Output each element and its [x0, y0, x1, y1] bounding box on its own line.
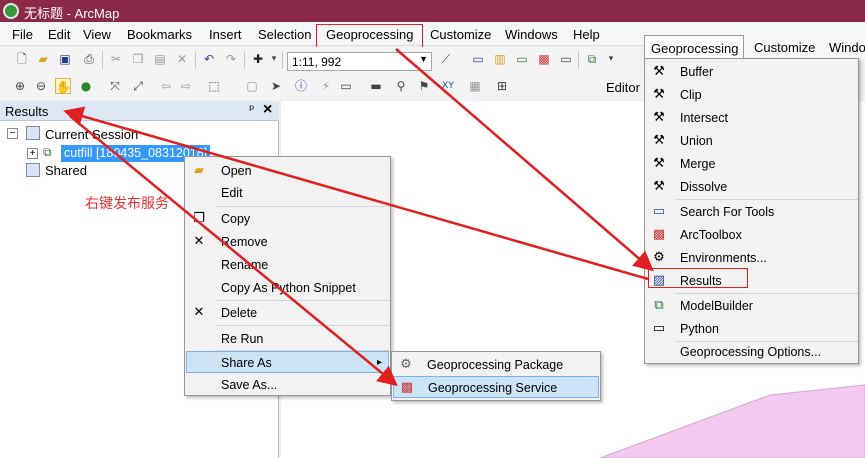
geo-menu-merge[interactable]: ⚒ Merge	[645, 153, 858, 175]
hammer-icon: ⚒	[653, 110, 665, 125]
context-menu-rerun[interactable]: Re Run	[185, 328, 390, 350]
service-icon: ▩	[400, 380, 414, 395]
geoprocessing-inset-menubar: Geoprocessing Customize Windo	[644, 35, 865, 59]
context-menu-remove[interactable]: ✕ Remove	[185, 231, 390, 253]
modelbuilder-icon: ⧉	[654, 298, 664, 313]
hammer-icon: ⚒	[653, 133, 665, 148]
geo-menu-environments[interactable]: ⚙ Environments...	[645, 247, 858, 269]
context-menu-copy-python-snippet[interactable]: Copy As Python Snippet	[185, 277, 390, 299]
search-window-icon: ▭	[652, 204, 666, 219]
tab-geoprocessing[interactable]: Geoprocessing	[644, 35, 744, 59]
context-menu-share-as[interactable]: Share As ▸	[186, 351, 389, 373]
geo-menu-search-for-tools[interactable]: ▭ Search For Tools	[645, 201, 858, 223]
folder-open-icon: ▰	[194, 163, 204, 178]
hammer-icon: ⚒	[653, 179, 665, 194]
geo-menu-union[interactable]: ⚒ Union	[645, 130, 858, 152]
hammer-icon: ⚒	[653, 156, 665, 171]
result-context-menu: ▰ Open Edit ❐ Copy ✕ Remove Rename Copy …	[184, 156, 391, 396]
highlight-box-results-item	[648, 268, 748, 288]
delete-icon: ✕	[193, 305, 205, 320]
copy-icon: ❐	[193, 211, 205, 226]
geo-menu-modelbuilder[interactable]: ⧉ ModelBuilder	[645, 295, 858, 317]
tab-customize[interactable]: Customize	[754, 40, 815, 55]
toolbox-icon: ▩	[652, 227, 666, 242]
geo-menu-intersect[interactable]: ⚒ Intersect	[645, 107, 858, 129]
package-icon: ⚙	[400, 357, 412, 372]
context-menu-rename[interactable]: Rename	[185, 254, 390, 276]
tab-windows[interactable]: Windo	[829, 40, 865, 55]
geo-menu-arctoolbox[interactable]: ▩ ArcToolbox	[645, 224, 858, 246]
geo-menu-dissolve[interactable]: ⚒ Dissolve	[645, 176, 858, 198]
geo-menu-python[interactable]: ▭ Python	[645, 318, 858, 340]
submenu-geoprocessing-package[interactable]: ⚙ Geoprocessing Package	[392, 354, 600, 376]
python-window-icon: ▭	[652, 321, 666, 336]
hammer-icon: ⚒	[653, 64, 665, 79]
context-menu-save-as[interactable]: Save As...	[185, 374, 390, 396]
hammer-icon: ⚒	[653, 87, 665, 102]
context-menu-open[interactable]: ▰ Open	[185, 160, 390, 182]
context-menu-copy[interactable]: ❐ Copy	[185, 208, 390, 230]
geo-menu-clip[interactable]: ⚒ Clip	[645, 84, 858, 106]
submenu-arrow-icon: ▸	[377, 357, 383, 368]
geoprocessing-dropdown-menu: ⚒ Buffer ⚒ Clip ⚒ Intersect ⚒ Union ⚒ Me…	[644, 58, 859, 364]
context-menu-edit[interactable]: Edit	[185, 182, 390, 204]
share-as-submenu: ⚙ Geoprocessing Package ▩ Geoprocessing …	[391, 351, 601, 401]
remove-icon: ✕	[193, 234, 205, 249]
wrench-icon: ⚙	[653, 250, 665, 265]
context-menu-delete[interactable]: ✕ Delete	[185, 302, 390, 324]
geo-menu-geoprocessing-options[interactable]: Geoprocessing Options...	[645, 341, 858, 363]
map-polygon[interactable]	[599, 384, 865, 458]
submenu-geoprocessing-service[interactable]: ▩ Geoprocessing Service	[393, 376, 599, 398]
geo-menu-buffer[interactable]: ⚒ Buffer	[645, 61, 858, 83]
